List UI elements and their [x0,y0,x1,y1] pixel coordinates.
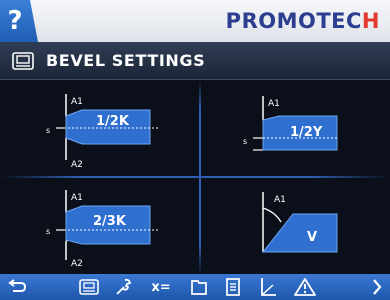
brand-accent: H [361,9,380,33]
files-button[interactable] [186,274,212,300]
bevel-label: V [307,230,317,245]
help-button[interactable]: ? [0,0,38,42]
marker-a2: A2 [71,160,83,170]
bevel-screen-icon [12,51,34,70]
tools-button[interactable] [110,274,136,300]
bevel-label: 1/2Y [290,125,323,140]
marker-a2: A2 [71,259,83,269]
back-button[interactable] [4,274,30,300]
warning-icon [294,278,316,296]
bevel-grid: A1 s A2 1/2K A1 s 1/2Y A1 s A2 2/3K A1 V [0,80,390,274]
bevel-button[interactable] [76,274,102,300]
brand-logo: PROMOTECH [226,9,380,33]
document-icon [226,278,240,296]
bottom-toolbar: x= [0,274,390,300]
help-icon: ? [7,6,23,36]
folder-icon [191,280,207,295]
bevel-option-v[interactable]: A1 V [201,178,390,274]
bevel-option-1-2y[interactable]: A1 s 1/2Y [201,80,390,176]
next-button[interactable] [364,274,390,300]
marker-a1: A1 [71,97,83,107]
bevel-label: 1/2K [96,114,130,129]
variables-button[interactable]: x= [146,274,176,300]
chevron-right-icon [373,279,382,295]
title-bar: BEVEL SETTINGS [0,42,390,80]
top-bar: ? PROMOTECH [0,0,390,43]
bevel-1-2k-diagram: A1 s A2 1/2K [46,94,158,170]
marker-a1: A1 [274,195,286,205]
document-button[interactable] [220,274,246,300]
variables-icon: x= [151,279,171,295]
marker-a1: A1 [268,99,280,109]
marker-s: s [46,227,50,236]
brand-main: PROMOTEC [225,9,362,33]
bevel-label: 2/3K [93,214,127,229]
bevel-2-3k-diagram: A1 s A2 2/3K [46,190,158,269]
axes-icon [261,278,276,296]
marker-s: s [46,126,50,135]
wrench-icon [116,278,132,295]
bevel-1-2y-diagram: A1 s 1/2Y [243,96,338,151]
bevel-option-1-2k[interactable]: A1 s A2 1/2K [0,80,199,176]
warnings-button[interactable] [292,274,318,300]
marker-a1: A1 [71,193,83,203]
axes-button[interactable] [255,274,281,300]
marker-s: s [243,137,247,146]
bevel-screen-icon [79,279,99,295]
bevel-option-2-3k[interactable]: A1 s A2 2/3K [0,178,199,274]
back-arrow-icon [8,279,27,292]
bevel-v-diagram: A1 V [261,192,338,253]
page-title: BEVEL SETTINGS [46,51,206,70]
